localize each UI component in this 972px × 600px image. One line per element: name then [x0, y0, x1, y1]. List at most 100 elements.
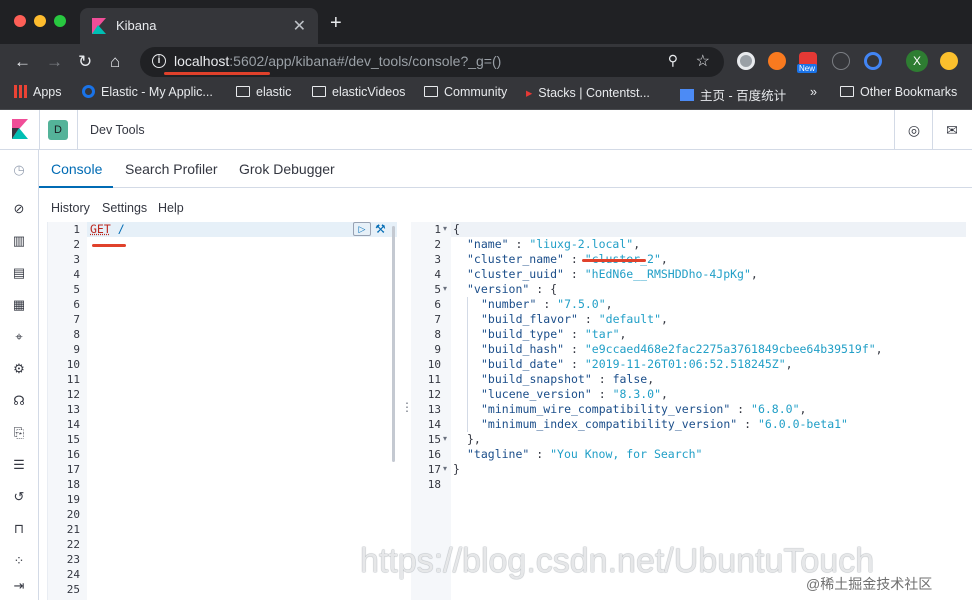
- line-number: 21: [66, 523, 80, 536]
- bookmark-baidu[interactable]: 主页 - 百度统计: [680, 85, 786, 104]
- line-number: 4: [434, 268, 441, 281]
- bookmark-folder-elastic[interactable]: elastic: [236, 85, 291, 99]
- canvas-icon[interactable]: ▦: [11, 297, 27, 313]
- active-line-highlight: [451, 222, 966, 237]
- help-lifebuoy-icon[interactable]: ◎: [906, 122, 922, 138]
- back-icon[interactable]: ←: [14, 52, 31, 72]
- bookmarks-overflow[interactable]: »: [810, 85, 817, 99]
- maps-icon[interactable]: ⌖: [11, 329, 27, 345]
- forward-icon[interactable]: →: [46, 52, 63, 72]
- breadcrumb: Dev Tools: [90, 123, 145, 137]
- line-number: 3: [434, 253, 441, 266]
- logs-icon[interactable]: ⎘: [11, 425, 27, 441]
- bookmark-folder-community[interactable]: Community: [424, 85, 507, 99]
- line-number: 11: [66, 373, 80, 386]
- zoom-search-icon[interactable]: ⚲: [668, 52, 678, 69]
- elastic-favicon-icon: [82, 85, 95, 98]
- browser-tab-kibana[interactable]: Kibana ✕: [80, 8, 318, 44]
- reload-icon[interactable]: ↻: [78, 52, 92, 72]
- site-info-icon[interactable]: i: [152, 54, 166, 68]
- fold-toggle-icon[interactable]: ▾: [443, 434, 447, 443]
- visualize-chart-icon[interactable]: ▥: [11, 233, 27, 249]
- request-actions: ▷ ⚒: [353, 222, 389, 237]
- collapse-nav-icon[interactable]: ⇥: [11, 578, 27, 594]
- line-number: 1: [73, 223, 80, 236]
- extension-blue-ring-icon[interactable]: [864, 52, 882, 70]
- response-line: "number" : "7.5.0",: [481, 297, 613, 311]
- siem-lock-icon[interactable]: ⊓: [11, 521, 27, 537]
- line-number: 4: [73, 268, 80, 281]
- url-text[interactable]: localhost:5602/app/kibana#/dev_tools/con…: [174, 53, 501, 69]
- request-gutter: 1 2 3 4 5 6 7 8 9 10 11 12 13 14 15 16 17 18 19 20 21 22 23 24 2…: [48, 222, 87, 600]
- profile-avatar[interactable]: X: [906, 50, 928, 72]
- bookmark-stacks[interactable]: ▸ Stacks | Contentst...: [526, 85, 650, 100]
- extension-circle-icon[interactable]: [737, 52, 755, 70]
- folder-icon: [424, 86, 438, 97]
- line-number: 12: [427, 388, 441, 401]
- metrics-icon[interactable]: ☊: [11, 393, 27, 409]
- tab-close-icon[interactable]: ✕: [293, 16, 306, 36]
- response-line: "tagline" : "You Know, for Search": [467, 447, 703, 461]
- bookmark-folder-elasticvideos[interactable]: elasticVideos: [312, 85, 405, 99]
- mail-icon[interactable]: ✉: [944, 122, 960, 138]
- discover-compass-icon[interactable]: ⊘: [11, 201, 27, 217]
- dashboard-icon[interactable]: ▤: [11, 265, 27, 281]
- request-editor[interactable]: 1 2 3 4 5 6 7 8 9 10 11 12 13 14 15 16 17 18 19 20 21 22 23 24 2…: [47, 222, 397, 600]
- request-line-1[interactable]: GET /: [90, 222, 125, 236]
- wrench-settings-icon[interactable]: ⚒: [375, 222, 386, 236]
- history-link[interactable]: History: [51, 201, 90, 215]
- line-number: 9: [434, 343, 441, 356]
- home-icon[interactable]: ⌂: [110, 52, 120, 72]
- line-number: 1: [434, 223, 441, 236]
- bookmark-elastic-app[interactable]: Elastic - My Applic...: [82, 85, 213, 99]
- send-request-play-icon[interactable]: ▷: [353, 222, 371, 236]
- tab-grok-debugger[interactable]: Grok Debugger: [239, 161, 335, 177]
- line-number: 7: [73, 313, 80, 326]
- line-number: 14: [427, 418, 441, 431]
- bookmark-folder-other[interactable]: Other Bookmarks: [840, 85, 957, 99]
- bookmarks-bar: Apps Elastic - My Applic... elastic elas…: [0, 80, 972, 110]
- bookmark-apps[interactable]: Apps: [14, 85, 62, 99]
- line-number: 17: [427, 463, 441, 476]
- minimize-window-button[interactable]: [34, 15, 46, 27]
- kibana-logo-icon[interactable]: [12, 119, 28, 139]
- line-number: 9: [73, 343, 80, 356]
- header-divider: [77, 110, 78, 150]
- line-number: 14: [66, 418, 80, 431]
- response-line: }: [453, 462, 460, 476]
- tab-title: Kibana: [116, 18, 157, 33]
- line-number: 5: [73, 283, 80, 296]
- response-line: "build_hash" : "e9ccaed468e2fac2275a3761…: [481, 342, 883, 356]
- recent-clock-icon[interactable]: ◷: [11, 162, 27, 178]
- line-number: 17: [66, 463, 80, 476]
- ml-icon[interactable]: ⚙: [11, 361, 27, 377]
- tab-console[interactable]: Console: [51, 161, 102, 177]
- help-link[interactable]: Help: [158, 201, 184, 215]
- line-number: 19: [66, 493, 80, 506]
- request-scrollbar[interactable]: [392, 226, 395, 462]
- new-tab-button[interactable]: +: [330, 12, 342, 35]
- settings-link[interactable]: Settings: [102, 201, 147, 215]
- response-line: "name" : "liuxg-2.local",: [467, 237, 641, 251]
- response-line: "build_type" : "tar",: [481, 327, 627, 341]
- apm-icon[interactable]: ☰: [11, 457, 27, 473]
- maximize-window-button[interactable]: [54, 15, 66, 27]
- tab-search-profiler[interactable]: Search Profiler: [125, 161, 218, 177]
- uptime-icon[interactable]: ↺: [11, 489, 27, 505]
- fold-toggle-icon[interactable]: ▾: [443, 464, 447, 473]
- space-avatar[interactable]: D: [48, 120, 68, 140]
- response-line: "lucene_version" : "8.3.0",: [481, 387, 668, 401]
- extension-info-icon[interactable]: [832, 52, 850, 70]
- extension-yellow-icon[interactable]: [940, 52, 958, 70]
- fold-toggle-icon[interactable]: ▾: [443, 224, 447, 233]
- response-line: },: [467, 432, 481, 446]
- annotation-underline: [164, 72, 270, 75]
- graph-icon[interactable]: ⁘: [11, 553, 27, 569]
- close-window-button[interactable]: [14, 15, 26, 27]
- fold-toggle-icon[interactable]: ▾: [443, 284, 447, 293]
- header-divider: [894, 110, 895, 150]
- extension-orange-icon[interactable]: [768, 52, 786, 70]
- response-line: "minimum_wire_compatibility_version" : "…: [481, 402, 807, 416]
- response-line: "build_snapshot" : false,: [481, 372, 655, 386]
- bookmark-star-icon[interactable]: ☆: [696, 51, 710, 71]
